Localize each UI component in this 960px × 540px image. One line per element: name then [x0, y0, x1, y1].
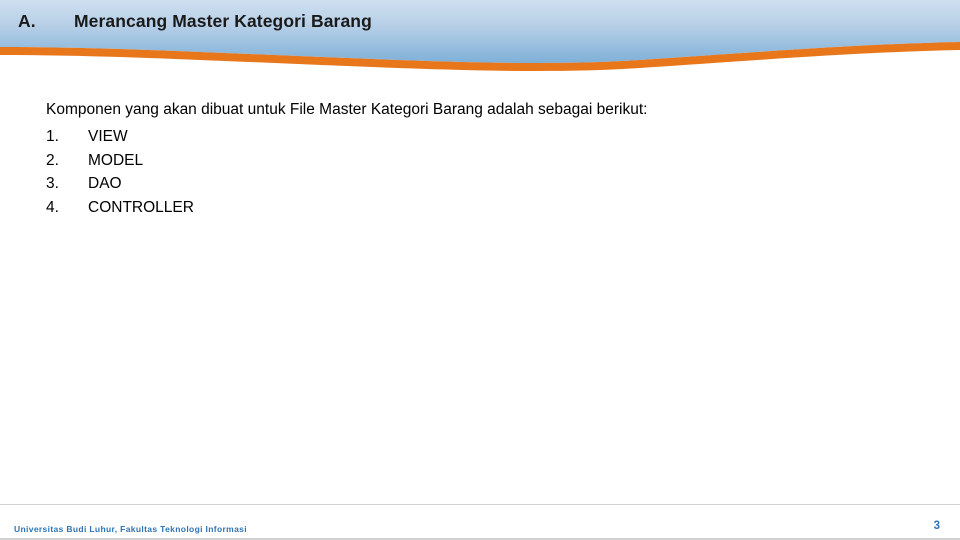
list-item: 4. CONTROLLER	[46, 196, 194, 220]
list-item-number: 4.	[46, 198, 59, 216]
page-number: 3	[933, 520, 940, 532]
list-item-number: 1.	[46, 128, 59, 145]
list-item: 3. DAO	[46, 172, 194, 196]
section-title-text: Merancang Master Kategori Barang	[74, 11, 372, 31]
list-item: 2. MODEL	[46, 149, 194, 173]
header-band: A. Merancang Master Kategori Barang	[0, 0, 960, 74]
slide-body: Komponen yang akan dibuat untuk File Mas…	[0, 74, 960, 504]
list-item-label: DAO	[88, 175, 122, 192]
footer-institution: Universitas Budi Luhur, Fakultas Teknolo…	[14, 524, 247, 534]
intro-text: Komponen yang akan dibuat untuk File Mas…	[46, 101, 648, 118]
list-item-number: 3.	[46, 175, 59, 192]
list-item-label: MODEL	[88, 151, 144, 169]
page-title: A. Merancang Master Kategori Barang	[18, 11, 372, 32]
component-list: 1. VIEW 2. MODEL 3. DAO 4. CONTROLLER	[46, 125, 194, 219]
list-item: 1. VIEW	[46, 125, 194, 149]
footer-divider	[0, 504, 960, 505]
section-letter: A.	[18, 11, 36, 31]
list-item-number: 2.	[46, 151, 59, 169]
list-item-label: CONTROLLER	[88, 198, 194, 216]
slide: A. Merancang Master Kategori Barang Kompo…	[0, 0, 960, 540]
list-item-label: VIEW	[88, 128, 128, 145]
